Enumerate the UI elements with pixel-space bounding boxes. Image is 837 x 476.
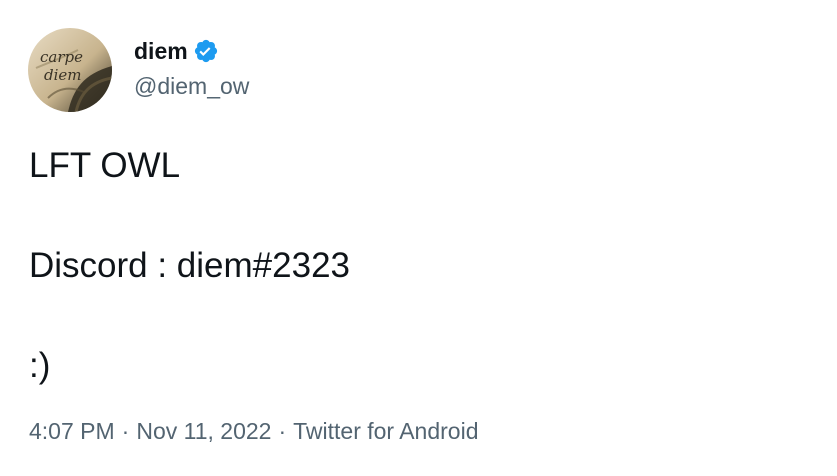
tweet-line-gap (29, 290, 809, 342)
tweet-line-2: Discord : diem#2323 (29, 246, 350, 285)
avatar[interactable]: carpe diem (28, 28, 112, 112)
avatar-logo-text-2: diem (44, 66, 82, 84)
tweet-line-gap (29, 190, 809, 242)
meta-separator: · (278, 418, 287, 444)
meta-separator: · (121, 418, 130, 444)
avatar-image: carpe diem (28, 28, 112, 112)
tweet-header: carpe diem diem @diem_ow (28, 28, 249, 114)
tweet-meta: 4:07 PM · Nov 11, 2022 · Twitter for And… (29, 415, 478, 447)
author-display-name[interactable]: diem (134, 36, 188, 66)
verified-badge-icon (193, 38, 219, 64)
tweet-line-1: LFT OWL (29, 146, 181, 185)
name-row: diem (134, 36, 249, 66)
author-handle[interactable]: @diem_ow (134, 71, 249, 101)
author-identity: diem @diem_ow (134, 36, 249, 101)
tweet-time[interactable]: 4:07 PM (29, 415, 115, 447)
tweet-line-3: :) (29, 346, 51, 385)
avatar-logo-text-1: carpe (40, 48, 83, 66)
tweet-text: LFT OWL Discord : diem#2323 :) (29, 142, 809, 390)
tweet-date[interactable]: Nov 11, 2022 (136, 415, 271, 447)
tweet-card: carpe diem diem @diem_ow LFT OWL Discord… (0, 0, 837, 476)
tweet-source[interactable]: Twitter for Android (293, 415, 478, 447)
